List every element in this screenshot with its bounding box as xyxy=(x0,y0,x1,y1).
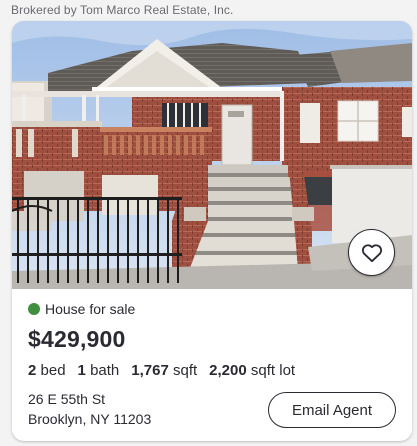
broker-attribution: Brokered by Tom Marco Real Estate, Inc. xyxy=(11,3,234,17)
lot-unit: sqft lot xyxy=(250,362,296,379)
baths-value: 1 xyxy=(77,362,86,379)
status-label: House for sale xyxy=(45,301,136,317)
listing-card[interactable]: House for sale $429,900 2 bed 1 bath 1,7… xyxy=(12,21,412,441)
save-favorite-button[interactable] xyxy=(348,229,395,276)
fact-lot: 2,200 sqft lot xyxy=(209,362,295,379)
lot-value: 2,200 xyxy=(209,362,247,379)
address-line-1: 26 E 55th St xyxy=(28,391,106,407)
address-line-2: Brooklyn, NY 11203 xyxy=(28,411,152,427)
fact-beds: 2 bed xyxy=(28,362,66,379)
beds-unit: bed xyxy=(40,362,66,379)
email-agent-button[interactable]: Email Agent xyxy=(268,392,396,428)
listing-status: House for sale xyxy=(28,301,135,317)
status-dot-icon xyxy=(28,303,40,315)
beds-value: 2 xyxy=(28,362,37,379)
fact-baths: 1 bath xyxy=(78,362,120,379)
sqft-value: 1,767 xyxy=(131,362,169,379)
listing-address[interactable]: 26 E 55th St Brooklyn, NY 11203 xyxy=(28,389,151,429)
fact-sqft: 1,767 sqft xyxy=(131,362,197,379)
heart-outline-icon xyxy=(361,243,382,262)
sqft-unit: sqft xyxy=(172,362,198,379)
baths-unit: bath xyxy=(90,362,120,379)
listing-price: $429,900 xyxy=(28,326,126,352)
property-facts: 2 bed 1 bath 1,767 sqft 2,200 sqft lot xyxy=(28,362,307,379)
